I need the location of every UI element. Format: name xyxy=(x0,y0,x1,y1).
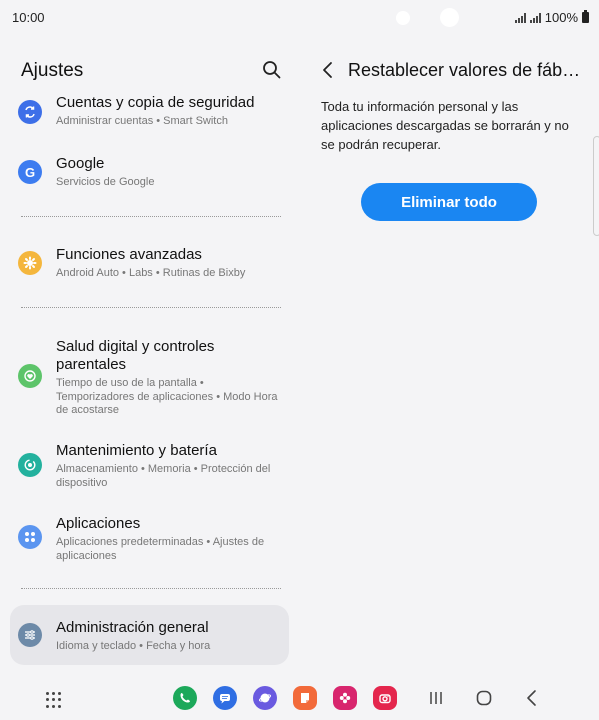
signal-icon xyxy=(529,12,541,23)
item-title: Cuentas y copia de seguridad xyxy=(56,94,255,111)
battery-percent: 100% xyxy=(544,10,578,25)
home-button[interactable] xyxy=(474,688,494,708)
status-time: 10:00 xyxy=(12,10,45,25)
factory-reset-panel: Restablecer valores de fáb… Toda tu info… xyxy=(300,36,599,676)
status-bar: 10:00 100% xyxy=(0,0,599,36)
phone-icon xyxy=(180,693,190,703)
internet-app[interactable] xyxy=(253,686,277,710)
reset-description: Toda tu información personal y las aplic… xyxy=(321,99,569,152)
recents-icon xyxy=(430,692,442,704)
front-camera-secondary xyxy=(440,8,459,27)
camera-icon xyxy=(379,694,391,704)
settings-item-battery-care[interactable]: Mantenimiento y batería Almacenamiento •… xyxy=(10,438,289,494)
sync-icon xyxy=(18,100,42,124)
item-title: Administración general xyxy=(56,619,209,636)
flower-icon xyxy=(339,692,351,704)
gear-icon xyxy=(18,251,42,275)
page-title: Ajustes xyxy=(21,60,84,81)
item-title: Google xyxy=(56,155,105,172)
item-subtitle: Aplicaciones predeterminadas • Ajustes d… xyxy=(56,536,265,562)
edge-panel-handle[interactable] xyxy=(593,136,599,236)
divider xyxy=(21,588,281,589)
note-icon xyxy=(301,693,309,703)
messages-app[interactable] xyxy=(213,686,237,710)
google-icon: G xyxy=(18,160,42,184)
message-icon xyxy=(220,694,230,704)
divider xyxy=(21,216,281,217)
front-camera xyxy=(396,11,410,25)
item-subtitle: Tiempo de uso de la pantalla • Temporiza… xyxy=(56,377,278,416)
settings-item-general-management[interactable]: Administración general Idioma y teclado … xyxy=(10,605,289,665)
gallery-app[interactable] xyxy=(333,686,357,710)
taskbar xyxy=(0,676,599,720)
battery-icon xyxy=(582,10,589,23)
search-button[interactable] xyxy=(262,60,282,80)
maintenance-icon xyxy=(18,453,42,477)
page-title: Restablecer valores de fáb… xyxy=(348,60,581,80)
item-subtitle: Administrar cuentas • Smart Switch xyxy=(56,115,228,127)
sliders-icon xyxy=(18,623,42,647)
back-nav-button[interactable] xyxy=(522,688,542,708)
phone-app[interactable] xyxy=(173,686,197,710)
signal-icon xyxy=(514,12,526,23)
browser-icon xyxy=(258,693,272,703)
item-title: Aplicaciones xyxy=(56,515,141,532)
settings-panel: Ajustes Cuentas y copia de seguridad Adm… xyxy=(0,36,300,676)
settings-item-digital-wellbeing[interactable]: Salud digital y controles parentales Tie… xyxy=(10,334,289,418)
settings-item-accounts[interactable]: Cuentas y copia de seguridad Administrar… xyxy=(10,92,289,134)
notes-app[interactable] xyxy=(293,686,317,710)
back-icon xyxy=(527,690,536,706)
item-subtitle: Android Auto • Labs • Rutinas de Bixby xyxy=(56,267,246,279)
search-icon xyxy=(263,61,281,79)
settings-item-google[interactable]: G Google Servicios de Google xyxy=(10,152,289,194)
recents-button[interactable] xyxy=(426,688,446,708)
item-title: Salud digital y controles parentales xyxy=(56,338,215,373)
apps-icon xyxy=(18,525,42,549)
divider xyxy=(21,307,281,308)
chevron-left-icon xyxy=(323,62,332,78)
item-subtitle: Servicios de Google xyxy=(56,176,155,188)
home-icon xyxy=(476,690,492,706)
item-subtitle: Idioma y teclado • Fecha y hora xyxy=(56,640,211,652)
delete-all-button[interactable]: Eliminar todo xyxy=(361,183,537,221)
heart-icon xyxy=(18,364,42,388)
item-title: Funciones avanzadas xyxy=(56,246,202,263)
back-button[interactable] xyxy=(320,60,336,80)
item-title: Mantenimiento y batería xyxy=(56,442,217,459)
status-indicators: 100% xyxy=(514,10,589,25)
apps-grid-button[interactable] xyxy=(46,692,62,708)
item-subtitle: Almacenamiento • Memoria • Protección de… xyxy=(56,463,271,489)
settings-item-apps[interactable]: Aplicaciones Aplicaciones predeterminada… xyxy=(10,511,289,567)
camera-app[interactable] xyxy=(373,686,397,710)
settings-item-advanced-features[interactable]: Funciones avanzadas Android Auto • Labs … xyxy=(10,243,289,285)
